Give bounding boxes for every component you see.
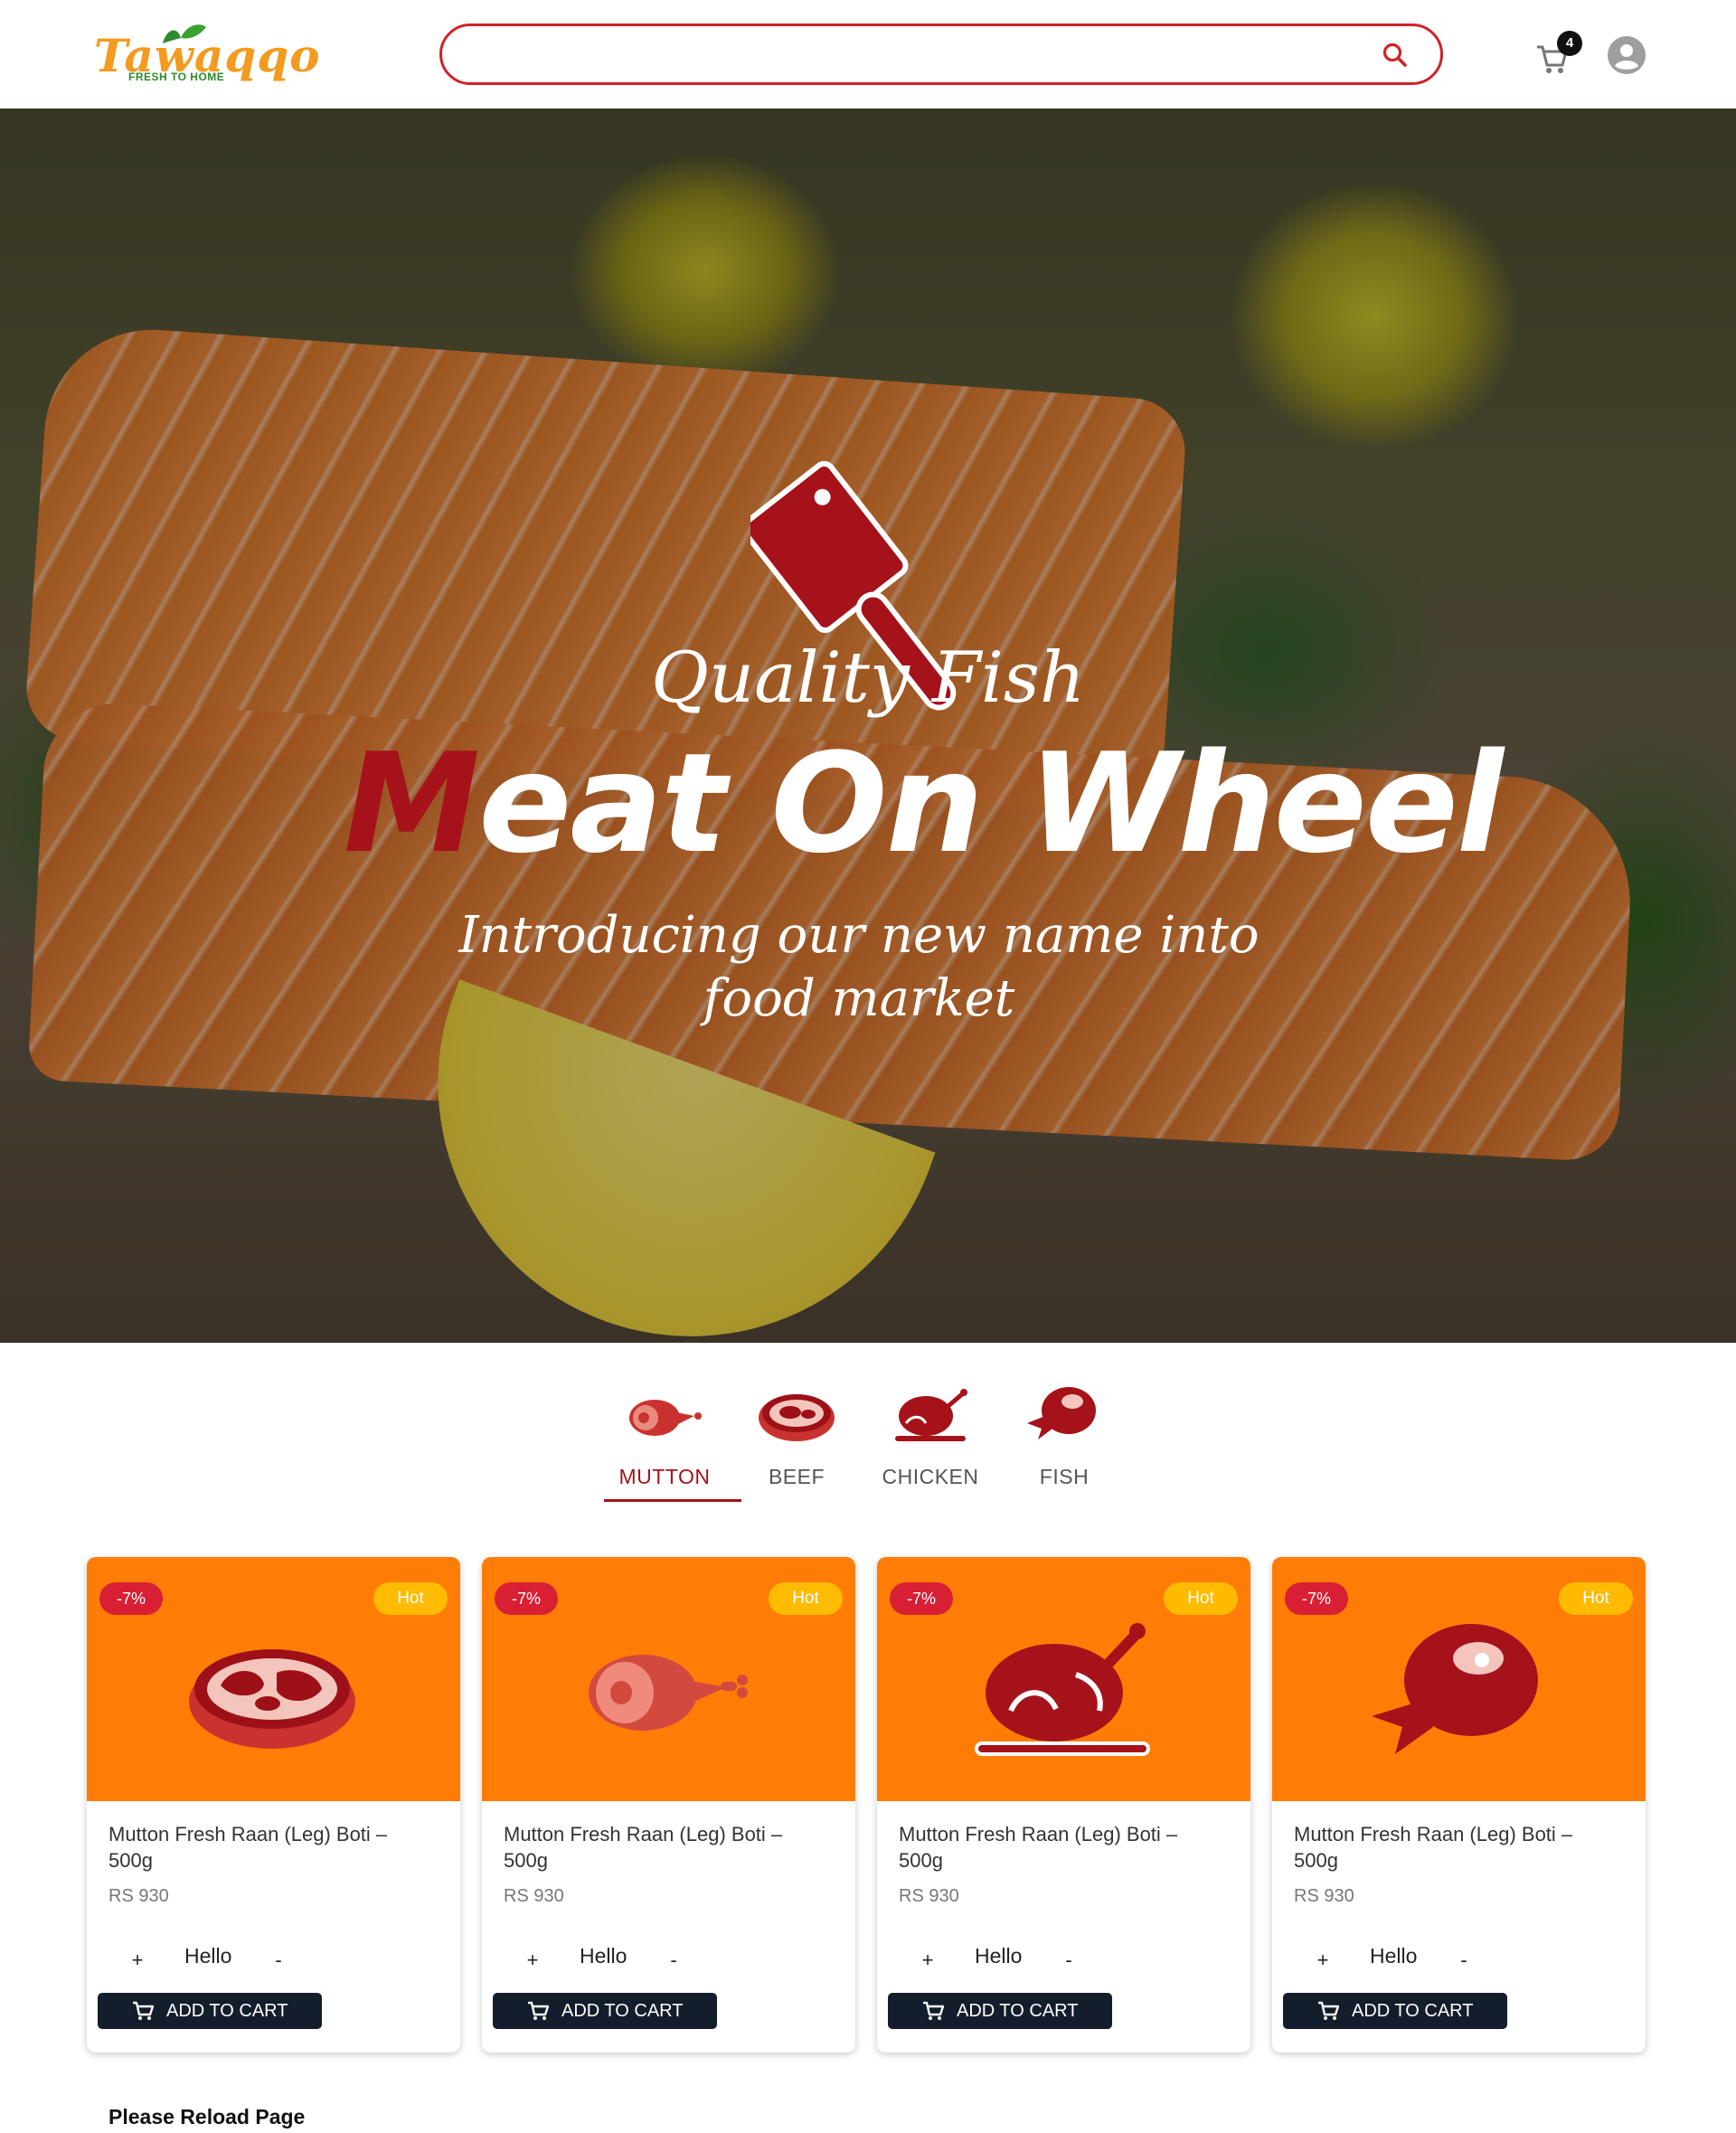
quantity-increase-button[interactable]: + xyxy=(127,1949,148,1976)
cart-icon xyxy=(528,2001,549,2020)
fish-meat-icon xyxy=(1027,1387,1096,1439)
quantity-decrease-button[interactable]: - xyxy=(268,1949,289,1976)
tab-label: BEEF xyxy=(768,1465,826,1488)
search-icon[interactable] xyxy=(1381,41,1410,70)
tab-chicken[interactable]: CHICKEN xyxy=(863,1383,989,1501)
product-card[interactable]: -7% Hot Mutton Fresh Raan (Leg) Boti – 5… xyxy=(482,1557,855,2053)
fish-meat-icon xyxy=(1372,1624,1538,1754)
add-to-cart-button[interactable]: ADD TO CART xyxy=(98,1993,322,2029)
discount-badge: -7% xyxy=(495,1582,558,1615)
quantity-decrease-button[interactable]: - xyxy=(1453,1949,1475,1976)
product-price: RS 930 xyxy=(1294,1886,1354,1906)
hero-subtitle: Introducing our new name into food marke… xyxy=(458,906,1260,1028)
hero-title: Meat On Wheel xyxy=(344,723,1504,883)
cart-icon xyxy=(923,2001,944,2020)
mutton-leg-icon xyxy=(629,1400,702,1436)
reload-notice: Please Reload Page xyxy=(108,2105,306,2128)
product-card[interactable]: -7% Hot Mutton Fresh Raan (Leg) Boti – 5… xyxy=(1272,1557,1646,2053)
product-card[interactable]: -7% Hot Mutton Fresh Raan (Leg) Boti – 5… xyxy=(877,1557,1250,2053)
hot-badge: Hot xyxy=(1559,1582,1633,1615)
cart-icon xyxy=(1318,2001,1339,2020)
quantity-decrease-button[interactable]: - xyxy=(1058,1949,1080,1976)
quantity-label: Hello xyxy=(580,1944,627,1968)
hero-title-accent: M xyxy=(344,723,480,883)
hero-tagline: Quality Fish xyxy=(650,637,1086,719)
top-navbar: Tawaqqo FRESH TO HOME 4 xyxy=(0,0,1736,109)
tab-beef[interactable]: BEEF xyxy=(729,1383,855,1501)
tab-mutton[interactable]: MUTTON xyxy=(597,1383,723,1501)
tab-label: MUTTON xyxy=(618,1465,711,1488)
product-price: RS 930 xyxy=(899,1886,959,1906)
product-name[interactable]: Mutton Fresh Raan (Leg) Boti – 500g xyxy=(504,1821,829,1873)
quantity-label: Hello xyxy=(1370,1944,1418,1968)
add-to-cart-button[interactable]: ADD TO CART xyxy=(888,1993,1112,2029)
category-tabs: MUTTON BEEF CHICKEN FISH xyxy=(597,1383,1139,1502)
product-price: RS 930 xyxy=(504,1886,564,1906)
product-image[interactable]: -7% Hot xyxy=(482,1557,855,1801)
steak-icon xyxy=(189,1649,355,1749)
search-bar xyxy=(439,24,1443,85)
product-image[interactable]: -7% Hot xyxy=(1272,1557,1646,1801)
hero-banner: Quality Fish Meat On Wheel Introducing o… xyxy=(0,109,1736,1343)
add-to-cart-label: ADD TO CART xyxy=(957,2001,1079,2021)
tab-fish[interactable]: FISH xyxy=(996,1383,1123,1501)
hot-badge: Hot xyxy=(769,1582,843,1615)
logo-tagline: FRESH TO HOME xyxy=(128,71,225,83)
page: Tawaqqo FRESH TO HOME 4 Quality Fish Mea… xyxy=(0,0,1736,2133)
quantity-label: Hello xyxy=(975,1944,1023,1968)
product-price: RS 930 xyxy=(108,1886,169,1906)
account-circle-icon[interactable] xyxy=(1608,36,1646,74)
discount-badge: -7% xyxy=(890,1582,953,1615)
quantity-increase-button[interactable]: + xyxy=(1312,1949,1334,1976)
steak-icon xyxy=(759,1394,835,1441)
quantity-increase-button[interactable]: + xyxy=(917,1949,939,1976)
hot-badge: Hot xyxy=(373,1582,448,1615)
product-name[interactable]: Mutton Fresh Raan (Leg) Boti – 500g xyxy=(899,1821,1224,1873)
tab-label: CHICKEN xyxy=(882,1465,979,1488)
add-to-cart-button[interactable]: ADD TO CART xyxy=(493,1993,717,2029)
discount-badge: -7% xyxy=(99,1582,163,1615)
product-card[interactable]: -7% Hot Mutton Fresh Raan (Leg) Boti – 5… xyxy=(87,1557,460,2053)
roast-chicken-icon xyxy=(895,1389,967,1441)
quantity-label: Hello xyxy=(184,1944,232,1968)
cart-icon xyxy=(133,2001,154,2020)
hero-title-rest: eat On Wheel xyxy=(478,723,1504,883)
add-to-cart-label: ADD TO CART xyxy=(561,2001,684,2021)
tab-label: FISH xyxy=(1039,1465,1090,1488)
hot-badge: Hot xyxy=(1164,1582,1238,1615)
product-image[interactable]: -7% Hot xyxy=(87,1557,460,1801)
mutton-leg-icon xyxy=(589,1655,748,1731)
add-to-cart-label: ADD TO CART xyxy=(1352,2001,1474,2021)
cart-count-badge: 4 xyxy=(1557,31,1582,56)
quantity-decrease-button[interactable]: - xyxy=(663,1949,684,1976)
product-grid: -7% Hot Mutton Fresh Raan (Leg) Boti – 5… xyxy=(87,1557,1651,2054)
discount-badge: -7% xyxy=(1285,1582,1348,1615)
quantity-increase-button[interactable]: + xyxy=(522,1949,543,1976)
roast-chicken-icon xyxy=(975,1623,1150,1756)
add-to-cart-button[interactable]: ADD TO CART xyxy=(1283,1993,1507,2029)
product-image[interactable]: -7% Hot xyxy=(877,1557,1250,1801)
product-name[interactable]: Mutton Fresh Raan (Leg) Boti – 500g xyxy=(1294,1821,1619,1873)
search-input[interactable] xyxy=(464,33,1350,75)
brand-logo[interactable]: Tawaqqo FRESH TO HOME xyxy=(94,20,320,89)
add-to-cart-label: ADD TO CART xyxy=(166,2001,288,2021)
active-tab-indicator xyxy=(604,1499,741,1502)
product-name[interactable]: Mutton Fresh Raan (Leg) Boti – 500g xyxy=(108,1821,434,1873)
